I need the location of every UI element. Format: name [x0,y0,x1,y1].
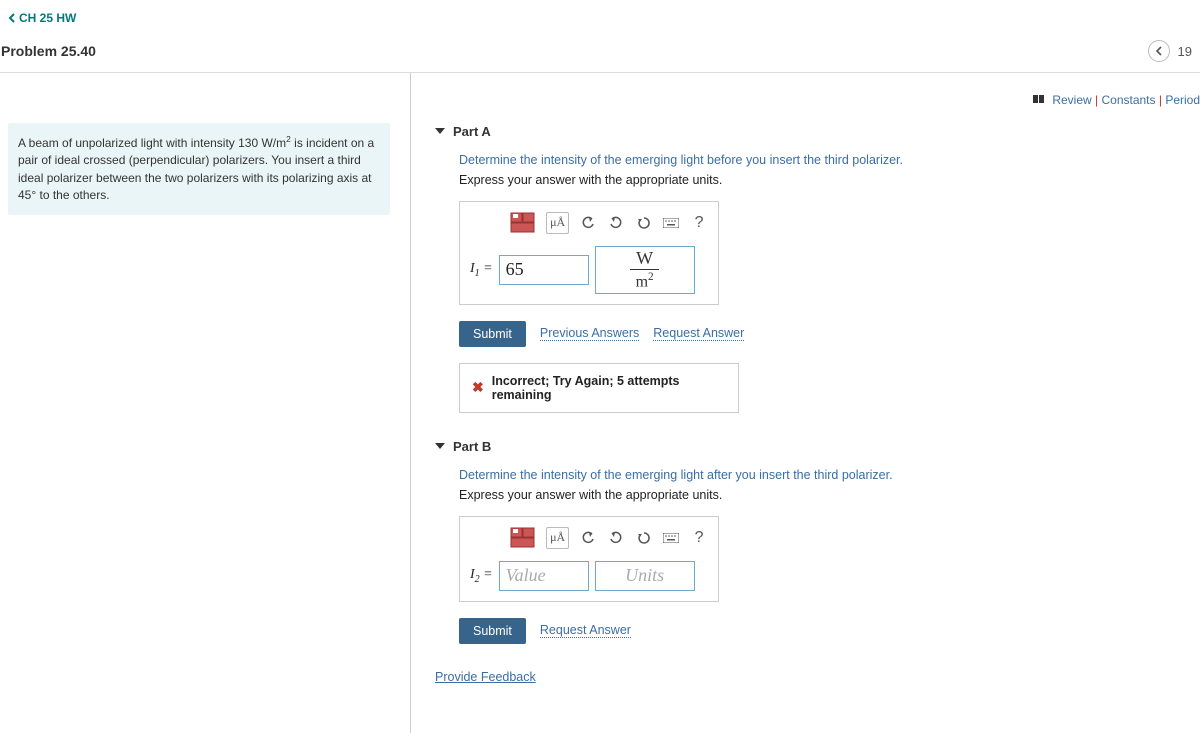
reset-icon [637,216,651,230]
chevron-left-icon [8,13,16,23]
undo-button[interactable] [579,528,597,548]
redo-icon [609,531,623,545]
chapter-back-link[interactable]: CH 25 HW [8,11,76,25]
keyboard-icon [663,533,679,543]
help-button[interactable]: ? [690,528,708,548]
part-a-previous-answers-link[interactable]: Previous Answers [540,326,639,341]
template-icon[interactable] [510,527,536,549]
part-a-value-input[interactable] [499,255,589,285]
reset-icon [637,531,651,545]
part-b-request-answer-link[interactable]: Request Answer [540,623,631,638]
part-a-toolbar: μÅ ? [470,212,708,234]
part-b-title: Part B [453,439,491,454]
part-b-submit-button[interactable]: Submit [459,618,526,644]
part-a-answer-panel: μÅ ? I1 = [459,201,719,305]
part-a-body: Determine the intensity of the emerging … [459,153,1200,413]
part-b-body: Determine the intensity of the emerging … [459,468,1200,644]
part-a-instruction: Determine the intensity of the emerging … [459,153,1200,167]
part-a-header[interactable]: Part A [435,124,1200,139]
problem-title: Problem 25.40 [1,43,96,59]
part-b-answer-row: I2 = Units [470,561,708,591]
keyboard-icon [663,218,679,228]
keyboard-button[interactable] [663,213,681,233]
part-a-unit-numerator: W [630,249,659,270]
reset-button[interactable] [635,528,653,548]
part-b-toolbar: μÅ ? [470,527,708,549]
part-b-header[interactable]: Part B [435,439,1200,454]
part-b-units-instruction: Express your answer with the appropriate… [459,488,1200,502]
part-a-title: Part A [453,124,491,139]
incorrect-icon: ✖ [472,379,484,396]
part-a-submit-button[interactable]: Submit [459,321,526,347]
part-a-units-instruction: Express your answer with the appropriate… [459,173,1200,187]
part-b-answer-panel: μÅ ? I2 = [459,516,719,602]
caret-down-icon [435,128,445,134]
part-b-variable: I2 = [470,567,493,585]
part-a-unit-box[interactable]: W m2 [595,246,695,294]
problem-prompt-column: A beam of unpolarized light with intensi… [0,73,410,733]
keyboard-button[interactable] [663,528,681,548]
prompt-text-pre: A beam of unpolarized light with intensi… [18,136,261,150]
special-char-button[interactable]: μÅ [546,527,569,549]
part-b-value-input[interactable] [499,561,589,591]
redo-button[interactable] [607,528,625,548]
problem-header: Problem 25.40 19 [0,34,1200,73]
undo-icon [581,531,595,545]
part-b-unit-box[interactable]: Units [595,561,695,591]
part-a-feedback: ✖ Incorrect; Try Again; 5 attempts remai… [459,363,739,413]
part-a-feedback-text: Incorrect; Try Again; 5 attempts remaini… [492,374,726,402]
part-b-instruction: Determine the intensity of the emerging … [459,468,1200,482]
provide-feedback-row: Provide Feedback [435,668,1200,686]
redo-icon [609,216,623,230]
part-b-submit-row: Submit Request Answer [459,618,1200,644]
part-a-variable: I1 = [470,261,493,279]
review-link[interactable]: Review [1052,93,1091,107]
chevron-left-icon [1155,46,1163,56]
part-a-unit-denominator: m2 [636,270,654,290]
help-button[interactable]: ? [690,213,708,233]
part-a-request-answer-link[interactable]: Request Answer [653,326,744,341]
prev-problem-button[interactable] [1148,40,1170,62]
reset-button[interactable] [635,213,653,233]
periodic-link[interactable]: Period [1165,93,1200,107]
template-icon[interactable] [510,212,536,234]
constants-link[interactable]: Constants [1101,93,1155,107]
part-a-answer-row: I1 = W m2 [470,246,708,294]
undo-icon [581,216,595,230]
special-char-button[interactable]: μÅ [546,212,569,234]
prompt-units: W/m2 [261,136,290,150]
undo-button[interactable] [579,213,597,233]
resource-links: Review | Constants | Period [435,87,1200,124]
provide-feedback-link[interactable]: Provide Feedback [435,670,536,684]
caret-down-icon [435,443,445,449]
problem-counter: 19 [1178,44,1192,59]
redo-button[interactable] [607,213,625,233]
problem-prompt: A beam of unpolarized light with intensi… [8,123,390,215]
chapter-link-label: CH 25 HW [19,11,76,25]
answer-column: Review | Constants | Period Part A Deter… [411,73,1200,733]
part-a-submit-row: Submit Previous Answers Request Answer [459,321,1200,347]
flag-icon[interactable] [1033,94,1045,108]
